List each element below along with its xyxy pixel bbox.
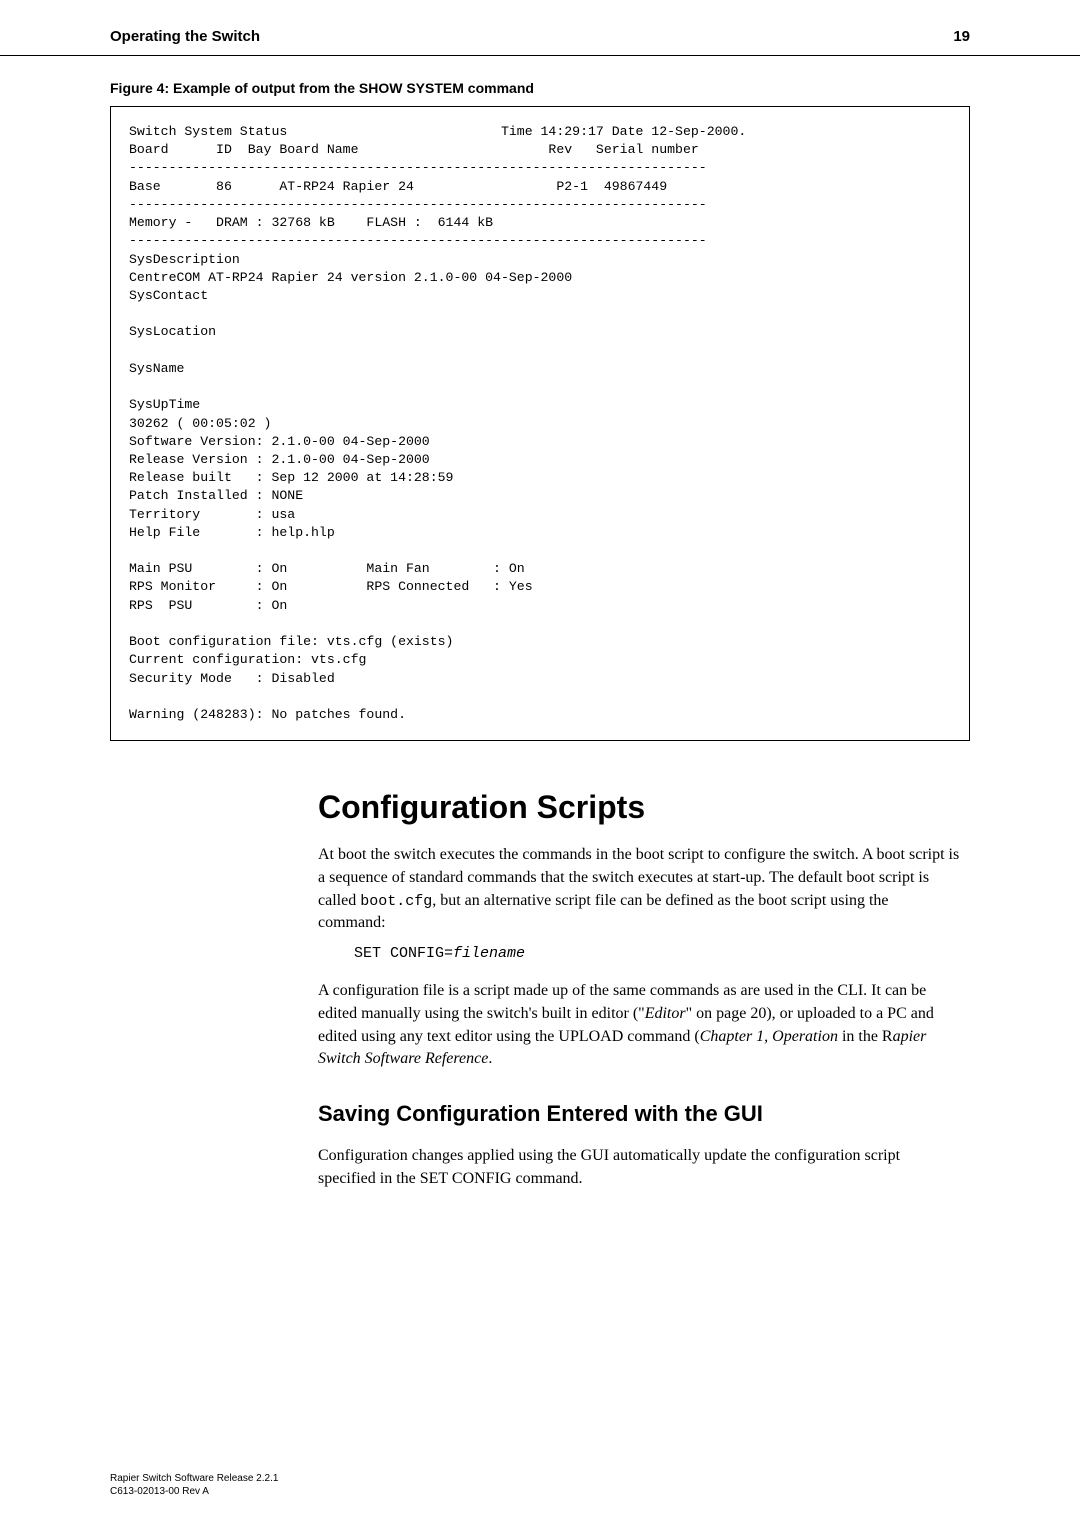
section-paragraph-2: A configuration file is a script made up… xyxy=(318,980,960,1071)
header-title: Operating the Switch xyxy=(110,28,260,45)
page-footer: Rapier Switch Software Release 2.2.1 C61… xyxy=(110,1472,278,1498)
section-heading: Configuration Scripts xyxy=(318,789,960,826)
subsection-paragraph: Configuration changes applied using the … xyxy=(318,1145,960,1190)
code-filename: filename xyxy=(453,945,525,962)
content-column: Configuration Scripts At boot the switch… xyxy=(318,789,960,1190)
emphasis: Chapter 1, Operation xyxy=(700,1028,838,1045)
section-paragraph-1: At boot the switch executes the commands… xyxy=(318,844,960,935)
page-header: Operating the Switch 19 xyxy=(0,0,1080,56)
figure-caption: Figure 4: Example of output from the SHO… xyxy=(110,80,970,96)
code-block: SET CONFIG=filename xyxy=(354,945,960,962)
code-text: SET CONFIG= xyxy=(354,945,453,962)
text-run: . xyxy=(488,1050,492,1067)
footer-line-1: Rapier Switch Software Release 2.2.1 xyxy=(110,1472,278,1485)
footer-line-2: C613-02013-00 Rev A xyxy=(110,1485,278,1498)
text-run: in the R xyxy=(838,1028,893,1045)
terminal-output-box: Switch System Status Time 14:29:17 Date … xyxy=(110,106,970,741)
subsection-heading: Saving Configuration Entered with the GU… xyxy=(318,1101,960,1127)
inline-code: boot.cfg xyxy=(360,893,432,910)
emphasis: Editor xyxy=(645,1005,686,1022)
header-page-number: 19 xyxy=(953,28,970,45)
